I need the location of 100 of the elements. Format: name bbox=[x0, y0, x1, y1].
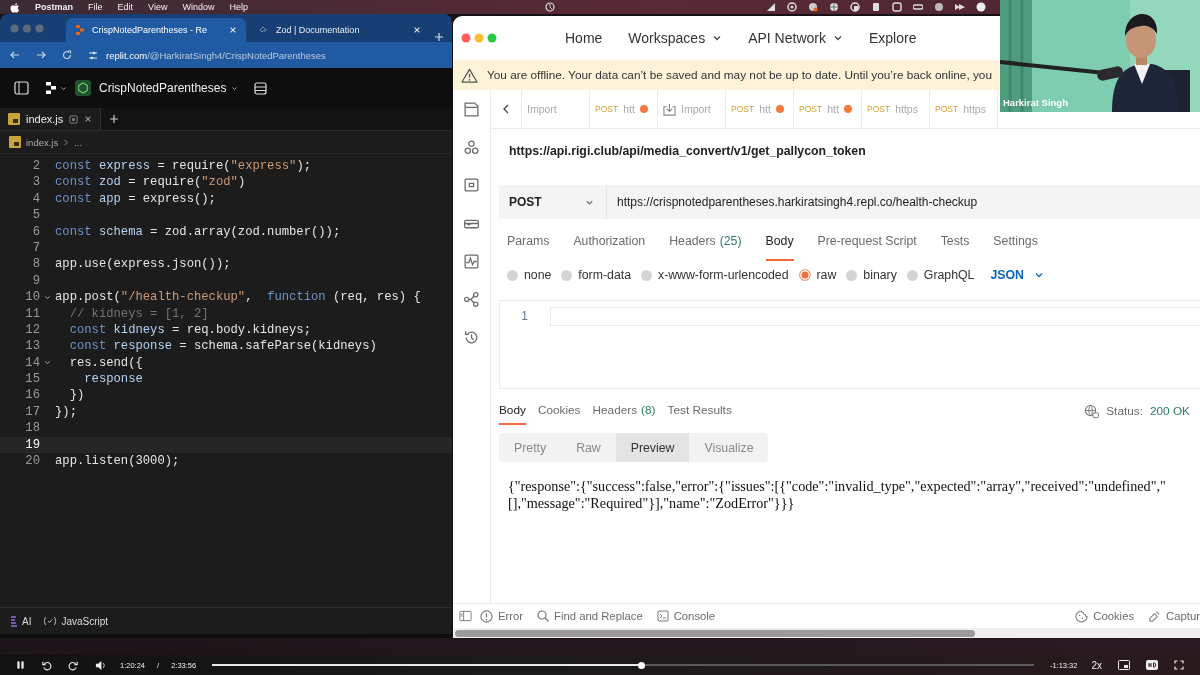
menu-item[interactable]: Help bbox=[229, 2, 248, 12]
app-menu[interactable]: Postman bbox=[35, 2, 73, 12]
radio-button[interactable] bbox=[641, 269, 652, 281]
code-line: response bbox=[83, 371, 143, 388]
speed-button[interactable]: 2x bbox=[1091, 659, 1102, 671]
sidebar-icon[interactable] bbox=[14, 81, 29, 95]
response-tab[interactable]: Headers (8) bbox=[592, 397, 656, 425]
nav-link[interactable]: Explore bbox=[868, 30, 917, 46]
nav-link[interactable]: Workspaces bbox=[628, 30, 723, 46]
menu-extra-icon[interactable] bbox=[976, 2, 986, 12]
back-icon[interactable] bbox=[10, 50, 20, 60]
menu-extra-icon[interactable] bbox=[934, 2, 944, 12]
request-tab-section[interactable]: Headers (25) bbox=[669, 223, 742, 261]
volume-icon[interactable] bbox=[95, 659, 106, 671]
seek-handle[interactable] bbox=[637, 661, 645, 669]
line-number: 8 bbox=[31, 256, 40, 273]
browser-tab[interactable]: Zod | Documentation bbox=[250, 18, 430, 42]
chevron-left-icon[interactable] bbox=[502, 104, 510, 114]
footer-button[interactable]: Captur bbox=[1148, 609, 1200, 623]
menu-extra-icon[interactable] bbox=[955, 2, 965, 12]
menu-item[interactable]: Window bbox=[182, 2, 215, 12]
scrollbar-thumb[interactable] bbox=[455, 629, 975, 637]
breadcrumb-item[interactable]: ... bbox=[74, 136, 83, 148]
request-tab-section[interactable]: Authorization bbox=[573, 223, 646, 261]
radio-button[interactable] bbox=[507, 269, 518, 281]
response-tab[interactable]: Test Results bbox=[667, 397, 732, 425]
quality-icon[interactable] bbox=[1146, 660, 1158, 670]
nav-link[interactable]: Home bbox=[565, 30, 603, 46]
layout-icon[interactable] bbox=[459, 610, 472, 622]
close-icon[interactable] bbox=[84, 115, 93, 123]
menu-extra-icon[interactable] bbox=[829, 2, 839, 12]
request-tab-section[interactable]: Pre-request Script bbox=[817, 223, 917, 261]
file-tab[interactable]: index.js bbox=[0, 108, 102, 130]
radio-button[interactable] bbox=[561, 269, 573, 281]
history-icon[interactable] bbox=[463, 329, 480, 346]
pause-icon[interactable] bbox=[16, 660, 25, 670]
menu-extra-icon[interactable] bbox=[913, 2, 923, 12]
response-tab[interactable]: Cookies bbox=[537, 397, 581, 425]
view-tab[interactable]: Visualize bbox=[689, 433, 769, 462]
rewind-icon[interactable] bbox=[41, 659, 52, 671]
circles-icon[interactable] bbox=[463, 139, 480, 156]
request-tab-section[interactable]: Params bbox=[507, 223, 550, 261]
collections-icon[interactable] bbox=[463, 101, 480, 118]
line-number: 16 bbox=[24, 387, 40, 404]
ai-button[interactable]: AI bbox=[10, 615, 32, 627]
line-number: 13 bbox=[24, 338, 40, 355]
radio-button[interactable] bbox=[798, 269, 811, 281]
error-icon bbox=[480, 609, 493, 623]
request-tab-section[interactable]: Settings bbox=[993, 223, 1038, 261]
code-line: // kidneys = [1, 2] bbox=[68, 305, 209, 322]
database-icon[interactable] bbox=[254, 81, 268, 95]
view-tab[interactable]: Raw bbox=[561, 433, 616, 462]
new-tab-icon[interactable] bbox=[109, 114, 120, 124]
forward-icon[interactable] bbox=[68, 659, 79, 671]
caret-icon bbox=[231, 84, 239, 92]
nav-link[interactable]: API Network bbox=[748, 30, 843, 46]
fullscreen-icon[interactable] bbox=[1174, 660, 1184, 670]
breadcrumb-item[interactable]: index.js bbox=[26, 136, 59, 148]
url-field[interactable]: https://crispnotedparentheses.harkiratsingh4.repl.co/health-checkup bbox=[607, 195, 978, 209]
view-tab[interactable]: Pretty bbox=[499, 433, 562, 462]
footer-button[interactable]: Cookies bbox=[1075, 609, 1135, 623]
language-indicator[interactable]: JavaScript bbox=[43, 615, 109, 627]
chevron-right-icon bbox=[63, 138, 70, 146]
menu-extra-icon[interactable] bbox=[808, 2, 818, 12]
fold-icon[interactable] bbox=[44, 293, 51, 301]
footer-button[interactable]: Error bbox=[480, 609, 524, 623]
picture-in-picture-icon[interactable] bbox=[1118, 660, 1130, 670]
body-editor[interactable]: 1 bbox=[499, 300, 1200, 389]
flows-icon[interactable] bbox=[463, 291, 480, 308]
line-number: 7 bbox=[31, 239, 40, 257]
monitor-icon[interactable] bbox=[463, 253, 480, 270]
import-icon bbox=[663, 102, 676, 116]
menu-item[interactable]: File bbox=[88, 2, 103, 12]
view-tab[interactable]: Preview bbox=[615, 433, 690, 462]
reload-icon[interactable] bbox=[62, 50, 72, 60]
response-tab[interactable]: Body bbox=[499, 397, 526, 425]
method-dropdown[interactable]: POST bbox=[499, 185, 607, 219]
blocks-icon[interactable] bbox=[45, 82, 57, 94]
menu-extra-icon[interactable] bbox=[766, 2, 776, 12]
radio-button[interactable] bbox=[906, 269, 918, 281]
footer-button[interactable]: Console bbox=[656, 610, 716, 622]
copy-icon[interactable] bbox=[69, 114, 79, 124]
radio-button[interactable] bbox=[846, 269, 858, 281]
footer-button[interactable]: Find and Replace bbox=[537, 610, 643, 622]
browser-tab[interactable]: CrispNotedParentheses - Re bbox=[66, 18, 246, 42]
menu-extra-icon[interactable] bbox=[871, 2, 881, 12]
page-icon bbox=[259, 25, 269, 35]
request-tab-section[interactable]: Tests bbox=[940, 223, 970, 261]
environment-icon[interactable] bbox=[463, 177, 480, 194]
format-dropdown[interactable]: JSON bbox=[984, 268, 1044, 282]
js-file-icon bbox=[9, 136, 21, 148]
new-tab-icon[interactable] bbox=[434, 32, 444, 42]
request-tab-section[interactable]: Body bbox=[765, 223, 794, 261]
site-settings-icon[interactable] bbox=[88, 50, 98, 60]
fold-icon[interactable] bbox=[44, 359, 51, 367]
radio-label: raw bbox=[816, 268, 837, 282]
project-name[interactable]: CrispNotedParentheses bbox=[99, 81, 239, 95]
menu-item[interactable]: Edit bbox=[117, 2, 134, 12]
status-code: 200 OK bbox=[1150, 404, 1190, 418]
menu-item[interactable]: View bbox=[148, 2, 168, 12]
